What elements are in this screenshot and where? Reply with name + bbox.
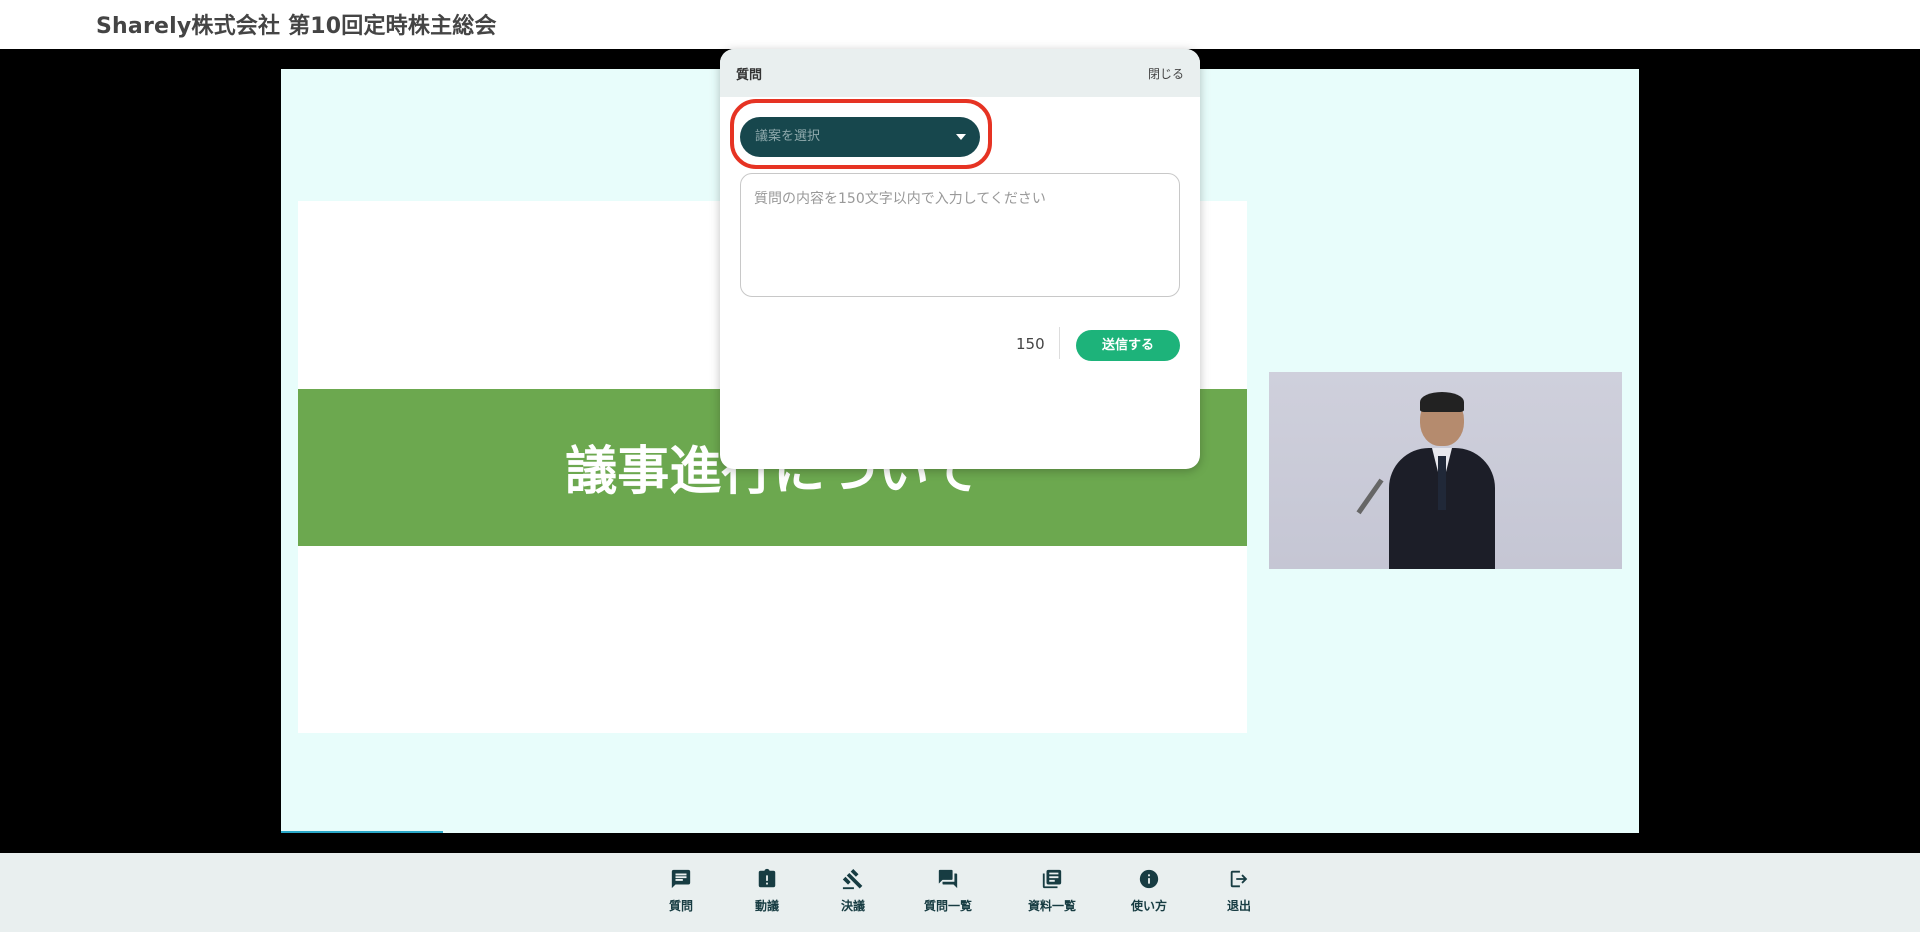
- app-header: Sharely株式会社 第10回定時株主総会: [0, 0, 1920, 49]
- nav-resolution[interactable]: 決議: [808, 868, 898, 914]
- speaker-hair: [1420, 392, 1464, 412]
- dialog-header: 質問 閉じる: [720, 49, 1200, 97]
- nav-help-label: 使い方: [1130, 899, 1167, 913]
- nav-resolution-label: 決議: [840, 899, 865, 913]
- agenda-select[interactable]: 議案を選択: [740, 117, 980, 157]
- nav-documents[interactable]: 資料一覧: [1007, 868, 1097, 914]
- nav-question[interactable]: 質問: [636, 868, 726, 914]
- agenda-select-placeholder: 議案を選択: [755, 129, 821, 144]
- nav-help[interactable]: 使い方: [1104, 868, 1194, 914]
- speaker-tie: [1438, 456, 1446, 510]
- forum-icon: [938, 869, 958, 889]
- nav-exit[interactable]: 退出: [1194, 868, 1284, 914]
- speaker-video: [1269, 372, 1622, 569]
- nav-motion[interactable]: 動議: [722, 868, 812, 914]
- counter-divider: [1059, 327, 1060, 359]
- clipboard-alert-icon: [758, 868, 776, 888]
- bottom-nav: 質問 動議 決議 質問一覧 資料一覧 使い方 退出: [0, 853, 1920, 932]
- close-button[interactable]: 閉じる: [1148, 65, 1184, 82]
- nav-question-list-label: 質問一覧: [923, 899, 972, 913]
- send-button[interactable]: 送信する: [1076, 330, 1180, 361]
- dialog-title: 質問: [736, 68, 763, 83]
- nav-question-list[interactable]: 質問一覧: [903, 868, 993, 914]
- library-books-icon: [1042, 869, 1062, 889]
- nav-question-label: 質問: [668, 899, 693, 913]
- meeting-title: Sharely株式会社 第10回定時株主総会: [96, 14, 497, 39]
- caret-down-icon: [956, 134, 966, 140]
- question-input[interactable]: [740, 173, 1180, 297]
- nav-documents-label: 資料一覧: [1027, 899, 1076, 913]
- playback-progress: [281, 831, 443, 833]
- microphone: [1356, 478, 1384, 515]
- chat-note-icon: [671, 869, 691, 889]
- nav-motion-label: 動議: [754, 899, 779, 913]
- logout-icon: [1230, 870, 1248, 888]
- char-counter: 150: [1016, 335, 1045, 353]
- nav-exit-label: 退出: [1226, 899, 1251, 913]
- info-icon: [1139, 869, 1159, 889]
- gavel-icon: [842, 869, 863, 890]
- question-dialog: 質問 閉じる 議案を選択 150 送信する: [720, 49, 1200, 469]
